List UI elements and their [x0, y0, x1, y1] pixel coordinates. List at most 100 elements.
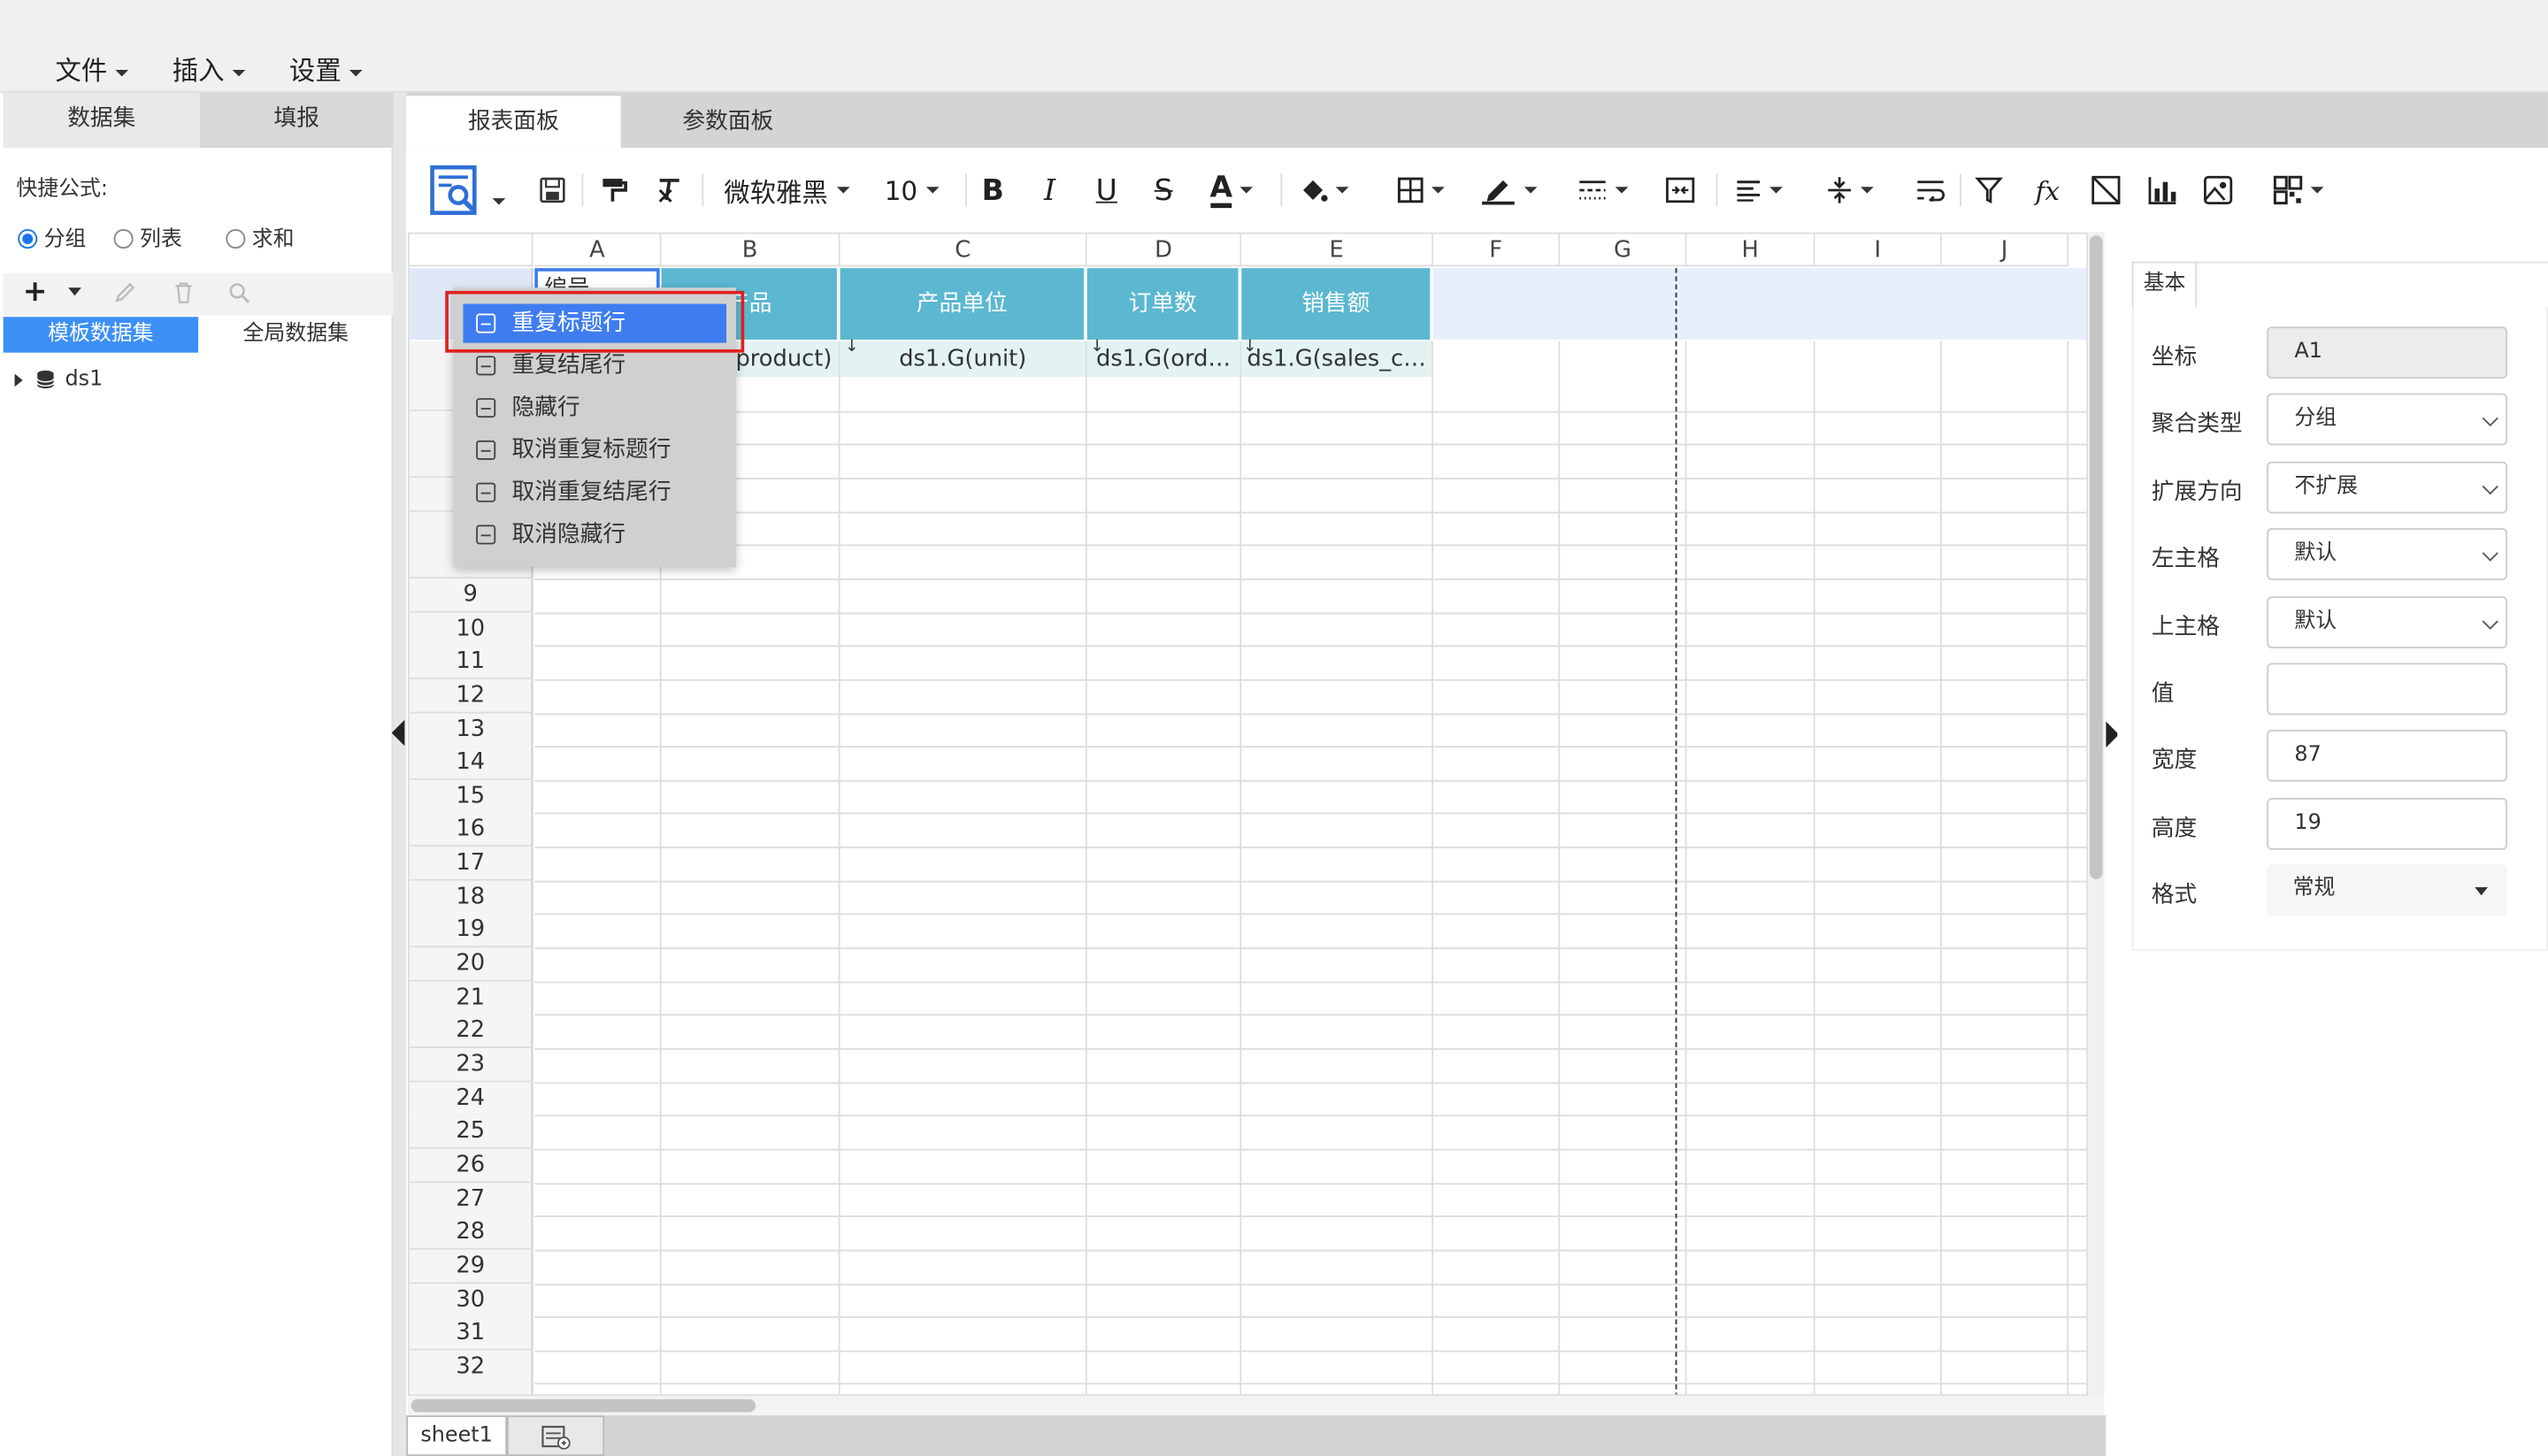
- cell-C1[interactable]: 产品单位: [840, 268, 1086, 340]
- tab-dataset[interactable]: 数据集: [3, 92, 200, 149]
- trash-icon[interactable]: [173, 281, 196, 304]
- row-header[interactable]: 26: [409, 1148, 533, 1184]
- left-splitter[interactable]: [391, 92, 407, 1456]
- header-row-empty-cells[interactable]: [1432, 268, 2087, 340]
- row-header[interactable]: 23: [409, 1047, 533, 1083]
- row-header[interactable]: 12: [409, 678, 533, 714]
- radio-list[interactable]: 列表: [113, 221, 182, 252]
- more-widgets-button[interactable]: [2262, 165, 2334, 217]
- row-header[interactable]: 11: [409, 645, 533, 679]
- horizontal-scroll-thumb[interactable]: [411, 1399, 756, 1413]
- tab-report-panel[interactable]: 报表面板: [406, 96, 621, 149]
- vertical-scrollbar[interactable]: [2088, 232, 2105, 1397]
- column-header[interactable]: H: [1686, 234, 1815, 267]
- row-header[interactable]: 16: [409, 812, 533, 847]
- border-color-button[interactable]: [1472, 165, 1544, 217]
- vertical-scroll-thumb[interactable]: [2089, 235, 2103, 879]
- preview-button[interactable]: [423, 165, 510, 217]
- cell-D1[interactable]: 订单数: [1086, 268, 1240, 340]
- row-header[interactable]: 27: [409, 1183, 533, 1217]
- row-header[interactable]: 15: [409, 779, 533, 815]
- menu-insert[interactable]: 插入: [173, 49, 246, 88]
- tab-param-panel[interactable]: 参数面板: [621, 96, 835, 148]
- row-header[interactable]: 14: [409, 746, 533, 780]
- strikethrough-button[interactable]: S: [1146, 165, 1181, 217]
- row-header[interactable]: 29: [409, 1249, 533, 1284]
- context-menu-item[interactable]: 取消重复标题行: [463, 431, 726, 470]
- chevron-down-icon[interactable]: [68, 287, 81, 296]
- radio-sum[interactable]: 求和: [226, 221, 294, 252]
- row-header[interactable]: 30: [409, 1284, 533, 1318]
- wrap-text-button[interactable]: [1911, 165, 1950, 217]
- font-color-button[interactable]: A: [1199, 165, 1263, 217]
- row-header[interactable]: 20: [409, 947, 533, 982]
- row-header[interactable]: 22: [409, 1014, 533, 1048]
- column-header[interactable]: F: [1432, 234, 1561, 267]
- row-header[interactable]: 24: [409, 1082, 533, 1117]
- row-header[interactable]: 9: [409, 579, 533, 613]
- chart-button[interactable]: [2142, 165, 2184, 217]
- property-field[interactable]: [2267, 663, 2508, 716]
- row-header[interactable]: 18: [409, 880, 533, 916]
- row-header[interactable]: 13: [409, 713, 533, 748]
- property-field[interactable]: 常规: [2267, 864, 2508, 917]
- chevron-down-icon[interactable]: [491, 198, 505, 205]
- diagonal-border-button[interactable]: [2086, 165, 2125, 217]
- column-header[interactable]: J: [1941, 234, 2069, 267]
- filter-button[interactable]: [1969, 165, 2008, 217]
- row-header[interactable]: [409, 1383, 533, 1395]
- column-header[interactable]: G: [1560, 234, 1687, 267]
- property-field[interactable]: 分组: [2267, 394, 2508, 447]
- menu-settings[interactable]: 设置: [289, 49, 363, 88]
- menu-file[interactable]: 文件: [55, 49, 129, 88]
- align-button[interactable]: [1726, 165, 1791, 217]
- italic-button[interactable]: I: [1032, 165, 1067, 217]
- column-header[interactable]: B: [661, 234, 840, 267]
- context-menu-item[interactable]: 取消隐藏行: [463, 515, 726, 554]
- cell-D2[interactable]: ds1.G(ord…: [1086, 341, 1240, 378]
- merge-cells-button[interactable]: [1657, 165, 1702, 217]
- radio-group[interactable]: 分组: [18, 221, 86, 252]
- row-header[interactable]: 32: [409, 1350, 533, 1385]
- line-style-button[interactable]: [1569, 165, 1634, 217]
- save-button[interactable]: [533, 165, 572, 217]
- radio-group-icon[interactable]: [18, 229, 38, 249]
- caret-right-icon[interactable]: [14, 372, 23, 387]
- column-header[interactable]: I: [1815, 234, 1942, 267]
- row-header[interactable]: 19: [409, 913, 533, 948]
- column-header[interactable]: C: [840, 234, 1087, 267]
- cell-C2[interactable]: ds1.G(unit): [840, 341, 1086, 378]
- column-header[interactable]: E: [1241, 234, 1433, 267]
- sheet-tab-sheet1[interactable]: sheet1: [406, 1415, 508, 1456]
- tab-global-dataset[interactable]: 全局数据集: [198, 317, 393, 352]
- edit-icon[interactable]: [114, 281, 137, 304]
- cell-E1[interactable]: 销售额: [1241, 268, 1432, 340]
- column-header[interactable]: D: [1086, 234, 1242, 267]
- format-painter-button[interactable]: [592, 165, 637, 217]
- row-header[interactable]: 28: [409, 1215, 533, 1250]
- add-icon[interactable]: +: [23, 274, 48, 309]
- search-icon[interactable]: [227, 281, 250, 304]
- column-header[interactable]: A: [534, 234, 662, 267]
- image-button[interactable]: [2197, 165, 2239, 217]
- grid-corner[interactable]: [409, 234, 533, 267]
- clear-format-button[interactable]: [647, 165, 692, 217]
- horizontal-scrollbar[interactable]: [408, 1396, 2105, 1416]
- row-header[interactable]: 25: [409, 1115, 533, 1149]
- context-menu-item[interactable]: 取消重复结尾行: [463, 473, 726, 512]
- tab-fill[interactable]: 填报: [200, 93, 394, 148]
- row-header[interactable]: 17: [409, 847, 533, 881]
- underline-button[interactable]: U: [1089, 165, 1124, 217]
- property-field[interactable]: 默认: [2267, 528, 2508, 581]
- tree-node-ds1[interactable]: ds1: [14, 367, 103, 392]
- border-button[interactable]: [1388, 165, 1453, 217]
- property-field[interactable]: 不扩展: [2267, 461, 2508, 514]
- radio-sum-icon[interactable]: [226, 229, 246, 249]
- tab-basic[interactable]: 基本: [2131, 261, 2198, 308]
- context-menu-item[interactable]: 隐藏行: [463, 388, 726, 427]
- tab-template-dataset[interactable]: 模板数据集: [3, 317, 199, 353]
- font-size-select[interactable]: 10: [878, 165, 946, 217]
- fill-color-button[interactable]: [1290, 165, 1355, 217]
- property-field[interactable]: 19: [2267, 797, 2508, 850]
- row-header[interactable]: 21: [409, 981, 533, 1016]
